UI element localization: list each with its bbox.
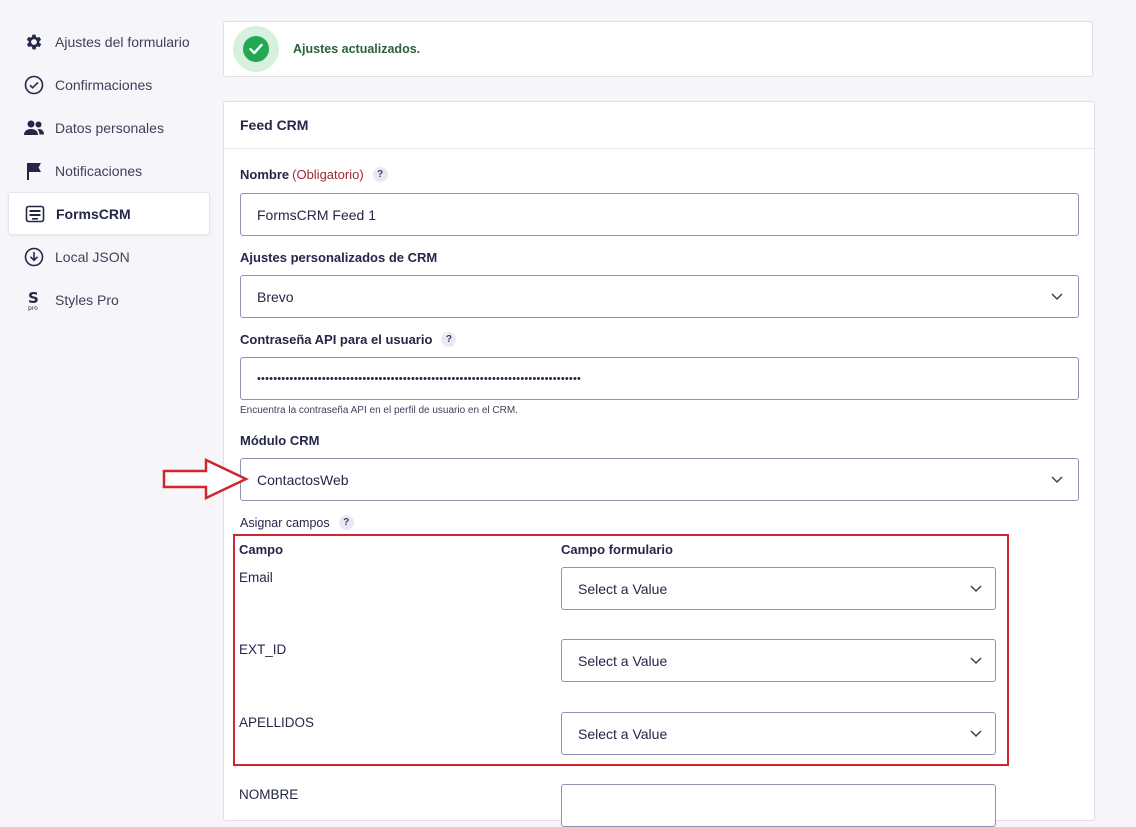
crm-settings-label: Ajustes personalizados de CRM (240, 250, 437, 265)
styles-pro-icon: Spro (23, 289, 45, 311)
crm-module-select[interactable]: ContactosWeb (240, 458, 1079, 501)
crm-module-label: Módulo CRM (240, 433, 319, 448)
chevron-down-icon (1051, 293, 1063, 301)
sidebar-item-local-json[interactable]: Local JSON (8, 235, 210, 278)
check-circle-icon (23, 74, 45, 96)
name-label: Nombre (Obligatorio) ? (240, 167, 388, 182)
feed-name-input[interactable]: FormsCRM Feed 1 (240, 193, 1079, 236)
help-icon[interactable]: ? (441, 332, 457, 347)
settings-sidebar: Ajustes del formulario Confirmaciones Da… (8, 20, 210, 321)
sidebar-item-label: Confirmaciones (55, 76, 153, 93)
sidebar-item-form-settings[interactable]: Ajustes del formulario (8, 20, 210, 63)
help-icon[interactable]: ? (372, 167, 388, 182)
users-icon (23, 117, 45, 139)
help-icon[interactable]: ? (338, 515, 354, 530)
api-password-label: Contraseña API para el usuario ? (240, 332, 457, 347)
crm-select[interactable]: Brevo (240, 275, 1079, 318)
sidebar-item-label: FormsCRM (56, 205, 131, 222)
map-fields-label-text: Asignar campos (240, 515, 330, 530)
flag-icon (23, 160, 45, 182)
sidebar-item-formscrm[interactable]: FormsCRM (8, 192, 210, 235)
api-password-label-text: Contraseña API para el usuario (240, 332, 433, 347)
svg-text:pro: pro (28, 305, 38, 311)
api-password-value: ••••••••••••••••••••••••••••••••••••••••… (257, 372, 582, 385)
feed-name-value: FormsCRM Feed 1 (257, 206, 377, 223)
sidebar-item-notifications[interactable]: Notificaciones (8, 149, 210, 192)
required-indicator: (Obligatorio) (292, 167, 364, 182)
sidebar-item-label: Styles Pro (55, 291, 119, 308)
api-password-input[interactable]: ••••••••••••••••••••••••••••••••••••••••… (240, 357, 1079, 400)
download-circle-icon (23, 246, 45, 268)
success-notice: Ajustes actualizados. (223, 21, 1093, 77)
sidebar-item-label: Local JSON (55, 248, 130, 265)
map-field-select[interactable] (561, 784, 996, 827)
sidebar-item-label: Ajustes del formulario (55, 33, 190, 50)
map-fields-label: Asignar campos ? (240, 515, 354, 530)
forms-crm-icon (24, 203, 46, 225)
crm-settings-label-text: Ajustes personalizados de CRM (240, 250, 438, 265)
chevron-down-icon (1051, 476, 1063, 484)
sidebar-item-label: Datos personales (55, 119, 164, 136)
crm-select-value: Brevo (257, 288, 294, 305)
success-icon-wrap (233, 26, 279, 72)
sidebar-item-personal-data[interactable]: Datos personales (8, 106, 210, 149)
api-password-hint: Encuentra la contraseña API en el perfil… (240, 405, 518, 416)
name-label-text: Nombre (240, 167, 290, 182)
annotation-arrow-icon (162, 458, 249, 500)
highlight-box (233, 534, 1009, 766)
checkmark-icon (243, 36, 269, 62)
card-title: Feed CRM (224, 102, 1094, 149)
crm-module-label-text: Módulo CRM (240, 433, 320, 448)
gear-icon (23, 31, 45, 53)
sidebar-item-styles-pro[interactable]: Spro Styles Pro (8, 278, 210, 321)
crm-module-value: ContactosWeb (257, 471, 349, 488)
sidebar-item-confirmations[interactable]: Confirmaciones (8, 63, 210, 106)
notice-message: Ajustes actualizados. (293, 42, 421, 56)
sidebar-item-label: Notificaciones (55, 162, 143, 179)
